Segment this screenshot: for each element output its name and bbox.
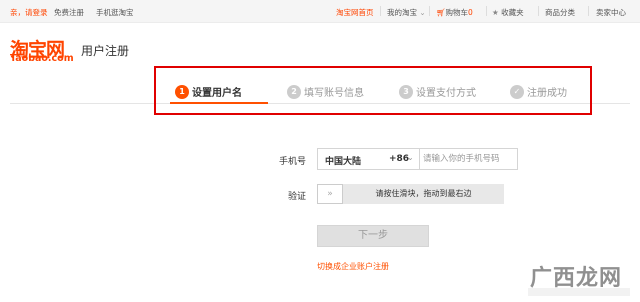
home-link[interactable]: 淘宝网首页 — [336, 7, 374, 18]
verify-label: 验证 — [287, 192, 306, 202]
my-taobao-label: 我的淘宝 — [387, 8, 417, 17]
phone-label: 手机号 — [278, 157, 306, 167]
favorites-label: 收藏夹 — [501, 8, 524, 17]
page-title: 用户注册 — [81, 44, 130, 58]
region-name: 中国大陆 — [325, 157, 362, 167]
chevron-down-icon: ⌄ — [407, 153, 414, 162]
phone-input[interactable] — [423, 151, 515, 166]
next-step-button[interactable]: 下一步 — [317, 225, 429, 247]
verify-slider[interactable]: » 请按住滑块，拖动到最右边 — [317, 184, 504, 204]
cart-label: 购物车 — [445, 8, 469, 17]
divider — [429, 6, 430, 16]
slider-handle[interactable]: » — [317, 184, 343, 204]
seller-center-link[interactable]: 卖家中心 — [596, 7, 626, 18]
mobile-taobao-link[interactable]: 手机逛淘宝 — [96, 7, 134, 18]
cart-count: 0 — [468, 8, 473, 17]
my-taobao-link[interactable]: 我的淘宝 ⌄ — [387, 7, 426, 18]
steps-highlight-box — [154, 66, 592, 115]
region-select[interactable]: 中国大陆 +86 ⌄ — [318, 149, 420, 169]
free-register-link[interactable]: 免费注册 — [54, 7, 84, 18]
categories-link[interactable]: 商品分类 — [545, 7, 575, 18]
cart-icon: 🛒︎ — [436, 8, 446, 17]
divider — [380, 6, 381, 16]
chevron-down-icon: ⌄ — [419, 8, 426, 17]
login-link[interactable]: 亲，请登录 — [10, 7, 48, 18]
slider-hint: 请按住滑块，拖动到最右边 — [375, 189, 472, 198]
divider — [486, 6, 487, 16]
divider — [588, 6, 589, 16]
favorites-link[interactable]: ★ 收藏夹 — [492, 7, 524, 18]
switch-enterprise-link[interactable]: 切换成企业账户注册 — [317, 261, 389, 272]
cart-link[interactable]: 🛒︎购物车0 — [436, 7, 473, 18]
star-icon: ★ — [492, 8, 499, 17]
phone-field-group: 中国大陆 +86 ⌄ — [317, 148, 518, 170]
top-bar: 亲，请登录 免费注册 手机逛淘宝 淘宝网首页 我的淘宝 ⌄ 🛒︎购物车0 ★ 收… — [0, 0, 640, 23]
watermark: 广西龙网 — [530, 266, 623, 291]
taobao-logo-domain: Taobao.com — [10, 53, 74, 64]
divider — [538, 6, 539, 16]
